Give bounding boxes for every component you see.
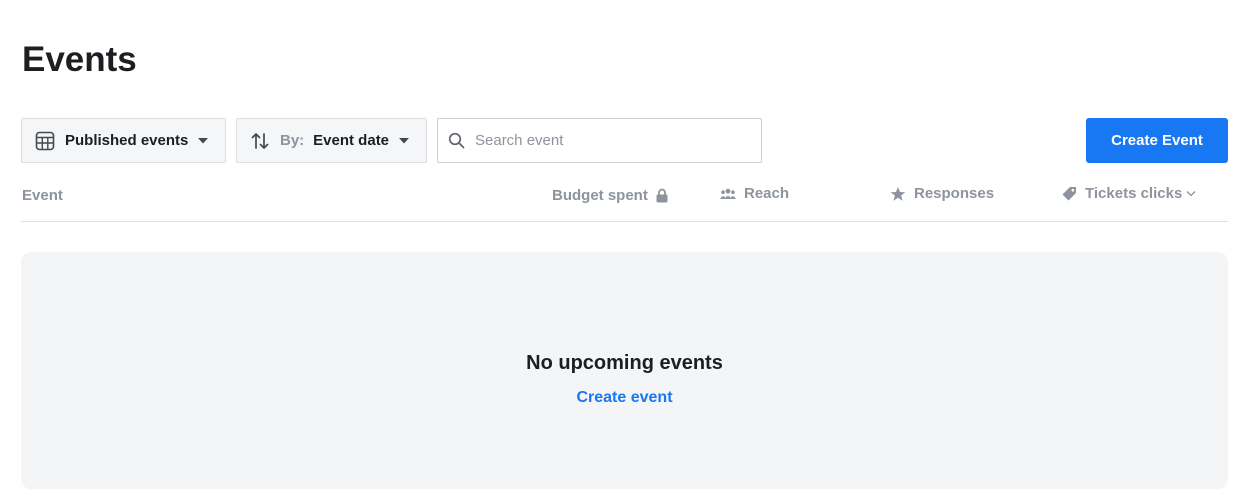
table-icon: [35, 131, 55, 151]
ticket-tag-icon: [1061, 186, 1077, 202]
column-header-tickets[interactable]: Tickets clicks: [1061, 185, 1196, 202]
search-input[interactable]: [473, 131, 747, 150]
published-events-dropdown[interactable]: Published events: [21, 118, 226, 163]
page-title: Events: [22, 40, 137, 79]
toolbar: Published events By: Event date Create E…: [21, 118, 1228, 163]
table-header-divider: [21, 221, 1228, 222]
sort-prefix-label: By:: [280, 132, 305, 149]
column-header-event[interactable]: Event: [22, 187, 63, 204]
create-event-button[interactable]: Create Event: [1086, 118, 1228, 163]
caret-down-icon: [398, 137, 410, 145]
search-icon: [448, 132, 465, 149]
published-events-label: Published events: [65, 132, 189, 149]
column-header-budget[interactable]: Budget spent: [552, 187, 668, 204]
people-icon: [720, 188, 736, 200]
create-event-link[interactable]: Create event: [21, 389, 1228, 407]
column-header-reach[interactable]: Reach: [720, 185, 789, 202]
star-icon: [890, 186, 906, 202]
empty-state-title: No upcoming events: [526, 352, 723, 374]
column-header-responses[interactable]: Responses: [890, 185, 994, 202]
sort-dropdown[interactable]: By: Event date: [236, 118, 427, 163]
sort-arrows-icon: [250, 131, 270, 151]
empty-state-panel: No upcoming events Create event: [21, 252, 1228, 489]
search-box[interactable]: [437, 118, 762, 163]
sort-value-label: Event date: [313, 132, 390, 149]
lock-icon: [656, 188, 668, 203]
chevron-down-icon: [1186, 190, 1196, 197]
caret-down-icon: [197, 137, 209, 145]
